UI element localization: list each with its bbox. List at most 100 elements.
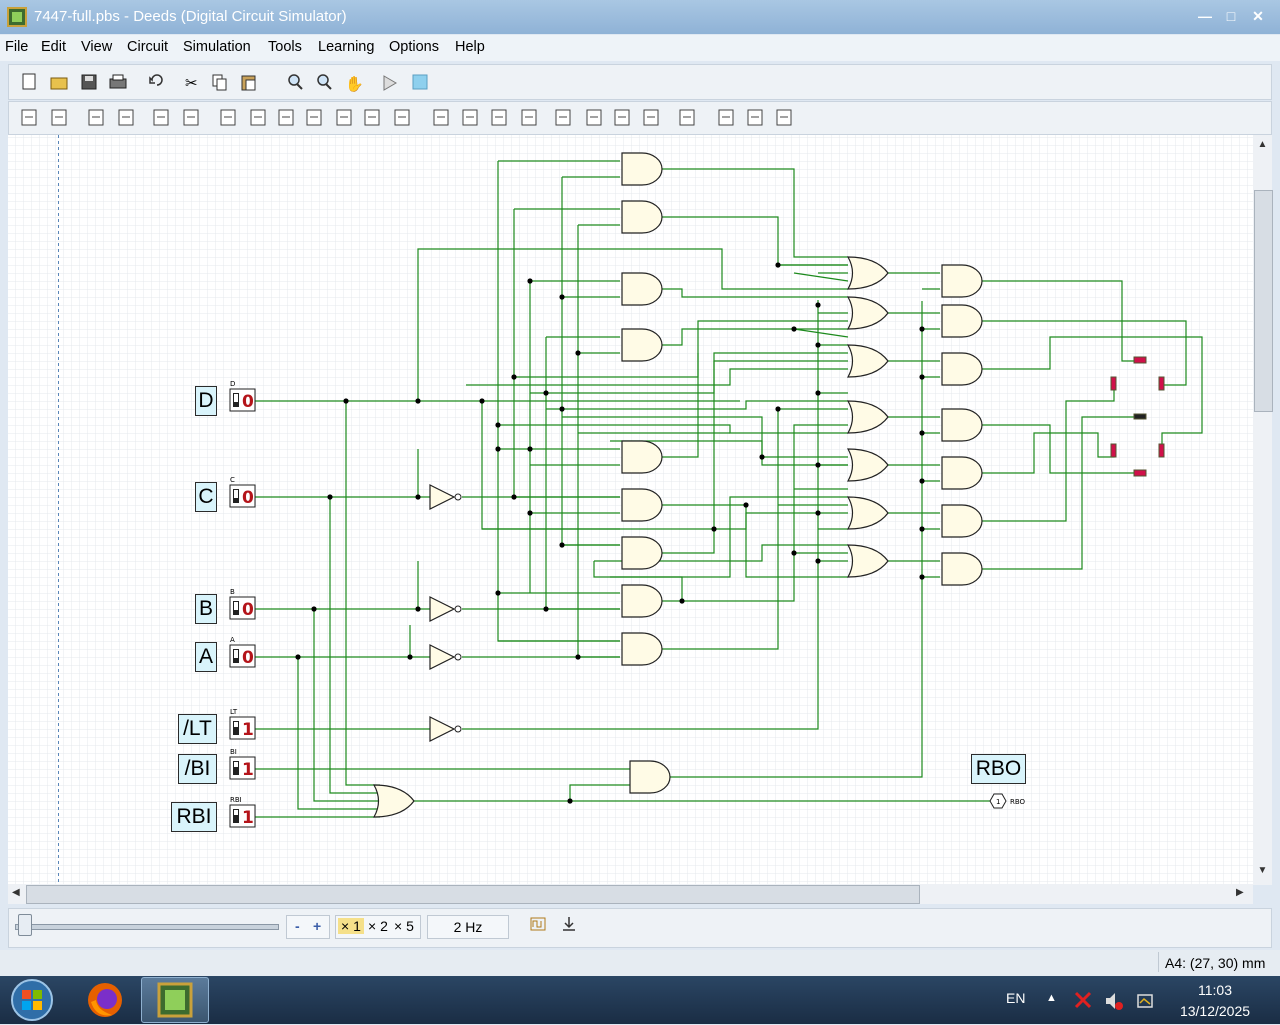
rom-icon[interactable] — [643, 109, 659, 126]
schematic-canvas[interactable]: D 0 C 0 B 0 A 0 LT 1 BI 1 RBI 1 1 RBO D C B A /LT /BI … — [8, 135, 1253, 885]
label-icon[interactable] — [718, 109, 734, 126]
counter-icon[interactable] — [555, 109, 571, 126]
volume-muted-icon[interactable] — [1106, 993, 1123, 1010]
tray-expand-icon[interactable]: ▲ — [1046, 992, 1057, 1004]
output-and-gate[interactable] — [941, 552, 983, 586]
wire-split-icon[interactable] — [153, 109, 169, 126]
open-icon[interactable] — [50, 77, 68, 90]
clock-time[interactable]: 11:03 — [1177, 982, 1253, 998]
xnor-icon[interactable] — [394, 109, 410, 126]
hand-icon[interactable]: ✋ — [345, 75, 364, 93]
menu-simulation[interactable]: Simulation — [183, 39, 251, 55]
output-and-gate[interactable] — [941, 304, 983, 338]
ff-t-icon[interactable] — [491, 109, 507, 126]
minimize-button[interactable]: — — [1193, 6, 1217, 26]
save-icon[interactable] — [81, 74, 97, 90]
and-gate[interactable] — [621, 328, 663, 362]
menu-help[interactable]: Help — [455, 39, 485, 55]
action-center-icon[interactable] — [1137, 994, 1153, 1008]
undo-icon[interactable] — [149, 74, 163, 86]
and-gate[interactable] — [621, 200, 663, 234]
coordinates-readout: A4: (27, 30) mm — [1158, 952, 1280, 972]
or-icon[interactable] — [306, 109, 322, 126]
multiplier-x1[interactable]: × 1 — [338, 918, 364, 934]
ff-d-icon[interactable] — [433, 109, 449, 126]
and-gate[interactable] — [621, 272, 663, 306]
maximize-button[interactable]: □ — [1219, 6, 1243, 26]
output-and-gate[interactable] — [941, 456, 983, 490]
minus-button[interactable]: - — [295, 918, 300, 934]
junction-dot — [415, 606, 421, 612]
multiplier-x2[interactable]: × 2 — [368, 918, 388, 934]
scroll-left-icon[interactable]: ◀ — [12, 887, 20, 898]
language-indicator[interactable]: EN — [1006, 990, 1025, 1006]
menu-learning[interactable]: Learning — [318, 39, 374, 55]
speed-slider-handle[interactable] — [18, 914, 32, 936]
and-gate[interactable] — [621, 584, 663, 618]
junction-dot — [791, 550, 797, 556]
menu-file[interactable]: File — [5, 39, 28, 55]
and-gate[interactable] — [621, 152, 663, 186]
copy-icon[interactable] — [212, 74, 227, 91]
ff-jk-icon[interactable] — [462, 109, 478, 126]
and-gate[interactable] — [621, 536, 663, 570]
register-icon[interactable] — [586, 109, 602, 126]
fsm-icon[interactable] — [679, 109, 695, 126]
output-and-gate[interactable] — [941, 264, 983, 298]
and-gate[interactable] — [621, 440, 663, 474]
clock-icon[interactable] — [530, 917, 546, 931]
mux-icon[interactable] — [521, 109, 537, 126]
menu-circuit[interactable]: Circuit — [127, 39, 168, 55]
print-icon[interactable] — [109, 74, 127, 89]
close-button[interactable]: ✕ — [1246, 6, 1270, 26]
simulation-icon[interactable] — [383, 75, 397, 91]
output-and-gate[interactable] — [941, 504, 983, 538]
display-icon[interactable] — [776, 109, 792, 126]
horizontal-scroll-thumb[interactable] — [26, 885, 920, 904]
timing-icon[interactable] — [412, 74, 428, 90]
scroll-up-icon[interactable]: ▲ — [1255, 139, 1270, 151]
download-icon[interactable] — [563, 917, 575, 931]
menu-tools[interactable]: Tools — [268, 39, 302, 55]
probe-icon[interactable] — [747, 109, 763, 126]
and-gate[interactable] — [629, 760, 671, 794]
output-and-gate[interactable] — [941, 408, 983, 442]
junction-dot — [775, 406, 781, 412]
memory-icon[interactable] — [614, 109, 630, 126]
and-icon[interactable] — [250, 109, 266, 126]
output-and-gate[interactable] — [941, 352, 983, 386]
menu-view[interactable]: View — [81, 39, 112, 55]
nor-icon[interactable] — [336, 109, 352, 126]
plus-button[interactable]: + — [313, 918, 321, 934]
new-icon[interactable] — [22, 73, 36, 90]
menu-options[interactable]: Options — [389, 39, 439, 55]
scroll-down-icon[interactable]: ▼ — [1255, 865, 1270, 877]
xor-icon[interactable] — [364, 109, 380, 126]
firefox-icon[interactable] — [82, 978, 128, 1022]
bus-icon[interactable] — [183, 109, 199, 126]
menu-edit[interactable]: Edit — [41, 39, 66, 55]
speed-slider[interactable] — [15, 924, 279, 930]
cut-icon[interactable]: ✂ — [185, 74, 198, 92]
horizontal-scrollbar[interactable]: ◀ ▶ — [8, 884, 1253, 904]
and-gate[interactable] — [621, 488, 663, 522]
scroll-right-icon[interactable]: ▶ — [1236, 887, 1244, 898]
vertical-scroll-thumb[interactable] — [1254, 190, 1273, 412]
network-error-icon[interactable] — [1074, 991, 1092, 1009]
start-button[interactable] — [8, 978, 56, 1022]
and-gate[interactable] — [621, 632, 663, 666]
junction-dot — [327, 494, 333, 500]
nand-icon[interactable] — [278, 109, 294, 126]
input-icon[interactable] — [88, 109, 104, 126]
buffer-icon[interactable] — [220, 109, 236, 126]
multiplier-x5[interactable]: × 5 — [394, 918, 414, 934]
zoom-in-icon[interactable] — [288, 74, 303, 90]
output-icon[interactable] — [118, 109, 134, 126]
paste-icon[interactable] — [241, 75, 256, 91]
zoom-out-icon[interactable] — [317, 74, 332, 90]
taskbar-deeds-app[interactable] — [141, 977, 209, 1023]
output-array-icon[interactable] — [51, 109, 67, 126]
input-array-icon[interactable] — [21, 109, 37, 126]
clock-date[interactable]: 13/12/2025 — [1172, 1003, 1258, 1019]
vertical-scrollbar[interactable]: ▲ ▼ — [1253, 135, 1273, 885]
